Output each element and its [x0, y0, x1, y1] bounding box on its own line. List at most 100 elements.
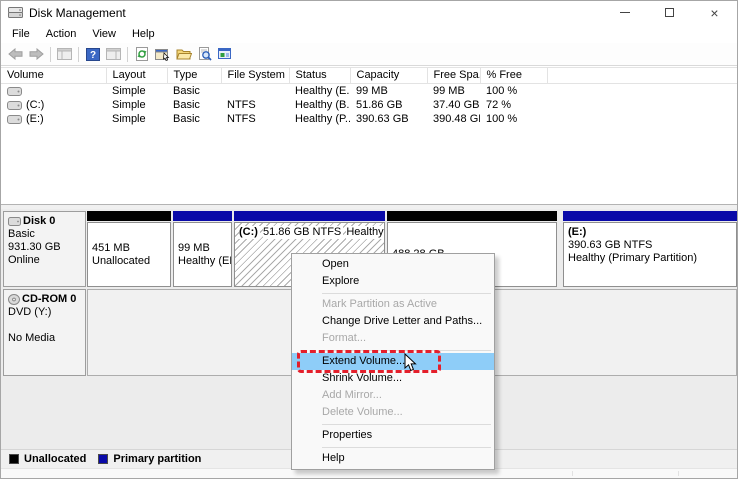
- partition-size: 390.63 GB NTFS: [568, 239, 732, 252]
- partition-size: 451 MB: [92, 242, 166, 255]
- find-icon[interactable]: [194, 44, 215, 64]
- menu-help[interactable]: Help: [124, 26, 163, 42]
- volume-icon: [7, 87, 22, 96]
- column-header-volume[interactable]: Volume: [1, 68, 106, 84]
- volume-table: Volume Layout Type File System Status Ca…: [1, 67, 738, 126]
- table-row[interactable]: (C:) Simple Basic NTFS Healthy (B... 51.…: [1, 98, 738, 112]
- partition-status: Healthy (Bo: [346, 226, 385, 239]
- column-header-file-system[interactable]: File System: [221, 68, 289, 84]
- window-title: Disk Management: [29, 6, 126, 20]
- status-divider: [572, 471, 573, 476]
- volume-layout: Simple: [106, 98, 167, 112]
- extend-volume-label: Extend Volume...: [322, 355, 405, 367]
- forward-icon[interactable]: [26, 44, 47, 64]
- maximize-button[interactable]: [647, 1, 692, 24]
- partition-size: 51.86 GB NTFS: [263, 226, 343, 239]
- partition-name: (C:): [239, 226, 260, 239]
- table-row[interactable]: Simple Basic Healthy (E... 99 MB 99 MB 1…: [1, 84, 738, 99]
- minimize-button[interactable]: [602, 1, 647, 24]
- cdrom-media: DVD (Y:): [8, 306, 81, 319]
- column-header-pct-free[interactable]: % Free: [480, 68, 547, 84]
- cd-icon: [8, 294, 20, 305]
- context-menu-item-mark-partition-active: Mark Partition as Active: [292, 296, 494, 313]
- volume-layout: Simple: [106, 112, 167, 126]
- volume-status: Healthy (E...: [289, 84, 350, 99]
- volume-file-system: NTFS: [221, 112, 289, 126]
- toolbar: ?: [1, 43, 737, 66]
- volume-status: Healthy (B...: [289, 98, 350, 112]
- legend-item-primary-partition: Primary partition: [98, 453, 201, 465]
- menu-separator: [322, 350, 491, 351]
- disk0-type: Basic: [8, 228, 81, 241]
- menu-separator: [322, 424, 491, 425]
- context-menu-item-extend-volume[interactable]: Extend Volume...: [292, 353, 494, 370]
- disk-management-icon: [8, 6, 23, 19]
- title-bar: Disk Management ×: [1, 1, 737, 24]
- volume-icon: [7, 115, 22, 124]
- column-header-filler: [547, 68, 738, 84]
- partition-status: Healthy (Primary Partition): [568, 252, 732, 265]
- column-header-free-space[interactable]: Free Spa...: [427, 68, 480, 84]
- legend-label: Primary partition: [113, 453, 201, 465]
- partition-name: (E:): [568, 226, 732, 239]
- menu-file[interactable]: File: [4, 26, 38, 42]
- volume-file-system: NTFS: [221, 98, 289, 112]
- disk0-label[interactable]: Disk 0 Basic 931.30 GB Online: [3, 211, 86, 287]
- partition-unallocated-451mb[interactable]: 451 MB Unallocated: [87, 211, 171, 287]
- volume-type: Basic: [167, 84, 221, 99]
- volume-type: Basic: [167, 98, 221, 112]
- back-icon[interactable]: [5, 44, 26, 64]
- volume-free-space: 390.48 GB: [427, 112, 480, 126]
- volume-pct-free: 100 %: [480, 112, 547, 126]
- partition-status: Unallocated: [92, 255, 166, 268]
- column-header-layout[interactable]: Layout: [106, 68, 167, 84]
- open-folder-icon[interactable]: [173, 44, 194, 64]
- volume-pct-free: 100 %: [480, 84, 547, 99]
- table-row[interactable]: (E:) Simple Basic NTFS Healthy (P... 390…: [1, 112, 738, 126]
- context-menu-item-properties[interactable]: Properties: [292, 427, 494, 444]
- partition-efi-99mb[interactable]: 99 MB Healthy (EFI: [173, 211, 232, 287]
- context-menu-item-shrink-volume[interactable]: Shrink Volume...: [292, 370, 494, 387]
- disk0-status: Online: [8, 254, 81, 267]
- volume-layout: Simple: [106, 84, 167, 99]
- minimize-icon: [620, 12, 630, 13]
- context-menu-item-change-drive-letter[interactable]: Change Drive Letter and Paths...: [292, 313, 494, 330]
- properties-icon[interactable]: [152, 44, 173, 64]
- menu-action[interactable]: Action: [38, 26, 85, 42]
- legend-item-unallocated: Unallocated: [9, 453, 86, 465]
- context-menu-item-help[interactable]: Help: [292, 450, 494, 467]
- menu-bar: File Action View Help: [1, 24, 737, 43]
- context-menu: Open Explore Mark Partition as Active Ch…: [291, 253, 495, 470]
- status-divider: [678, 471, 679, 476]
- volume-file-system: [221, 84, 289, 99]
- partition-e-drive[interactable]: (E:) 390.63 GB NTFS Healthy (Primary Par…: [563, 211, 737, 287]
- context-menu-item-open[interactable]: Open: [292, 256, 494, 273]
- column-header-capacity[interactable]: Capacity: [350, 68, 427, 84]
- partition-status: Healthy (EFI: [178, 255, 227, 268]
- mouse-cursor-icon: [404, 353, 418, 373]
- column-header-type[interactable]: Type: [167, 68, 221, 84]
- settings-icon[interactable]: [215, 44, 236, 64]
- column-header-status[interactable]: Status: [289, 68, 350, 84]
- toolbar-separator: [78, 47, 79, 62]
- cdrom-name: CD-ROM 0: [22, 293, 76, 306]
- help-icon[interactable]: ?: [82, 44, 103, 64]
- close-icon: ×: [710, 6, 718, 20]
- show-console-tree-icon[interactable]: [54, 44, 75, 64]
- menu-view[interactable]: View: [84, 26, 124, 42]
- volume-pct-free: 72 %: [480, 98, 547, 112]
- close-button[interactable]: ×: [692, 1, 737, 24]
- partition-bar: [173, 211, 232, 221]
- partition-size: 99 MB: [178, 242, 227, 255]
- legend-label: Unallocated: [24, 453, 86, 465]
- menu-separator: [322, 447, 491, 448]
- context-menu-item-explore[interactable]: Explore: [292, 273, 494, 290]
- show-action-pane-icon[interactable]: [103, 44, 124, 64]
- cdrom-label[interactable]: CD-ROM 0 DVD (Y:) No Media: [3, 289, 86, 376]
- volume-status: Healthy (P...: [289, 112, 350, 126]
- refresh-icon[interactable]: [131, 44, 152, 64]
- volume-name: (E:): [26, 113, 44, 125]
- unallocated-swatch-icon: [9, 454, 19, 464]
- disk0-name: Disk 0: [23, 215, 55, 228]
- maximize-icon: [665, 8, 674, 17]
